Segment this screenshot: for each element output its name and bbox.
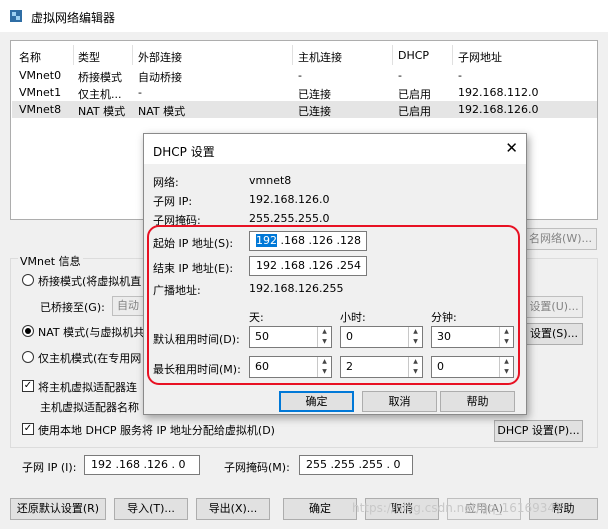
window-title-bar: 虚拟网络编辑器 [0, 0, 608, 32]
connect-host-adapter-checkbox[interactable]: ✓ [22, 380, 34, 392]
watermark: https://blog.csdn.net/qq_16169347 [352, 501, 563, 515]
dialog-subnet-ip-label: 子网 IP: [153, 195, 193, 208]
subnet-mask-input[interactable]: 255 .255 .255 . 0 [299, 455, 413, 475]
virtual-network-editor-icon [10, 10, 22, 22]
column-header-name[interactable]: 名称 [19, 49, 41, 65]
table-row[interactable]: VMnet1 仅主机... - 已连接 已启用 192.168.112.0 [12, 84, 597, 101]
cell-name: VMnet1 [19, 86, 62, 99]
column-header-dhcp[interactable]: DHCP [398, 49, 429, 62]
cell-type: 桥接模式 [78, 71, 122, 84]
table-row[interactable]: VMnet0 桥接模式 自动桥接 - - - [12, 67, 597, 84]
cell-type: 仅主机... [78, 88, 122, 101]
dialog-title: DHCP 设置 [153, 145, 215, 159]
use-local-dhcp-label[interactable]: 使用本地 DHCP 服务将 IP 地址分配给虚拟机(D) [38, 422, 275, 438]
cell-name: VMnet0 [19, 69, 62, 82]
cell-dhcp: 已启用 [398, 105, 431, 118]
column-header-type[interactable]: 类型 [78, 49, 100, 65]
rename-network-button[interactable]: 名网络(W)... [517, 228, 597, 250]
connect-host-adapter-label[interactable]: 将主机虚拟适配器连 [38, 379, 137, 395]
dialog-title-bar: DHCP 设置 ✕ [144, 134, 526, 164]
window-title: 虚拟网络编辑器 [31, 11, 116, 25]
host-only-label[interactable]: 仅主机模式(在专用网 [38, 350, 141, 366]
column-header-subnet[interactable]: 子网地址 [458, 49, 502, 65]
host-only-radio[interactable] [22, 351, 34, 363]
close-icon[interactable]: ✕ [505, 139, 518, 157]
dialog-subnet-ip-value: 192.168.126.0 [249, 193, 330, 206]
cell-external: - [138, 86, 142, 99]
cell-host: 已连接 [298, 88, 331, 101]
vmnet-info-label: VMnet 信息 [18, 253, 83, 269]
nat-mode-radio[interactable] [22, 325, 34, 337]
export-button[interactable]: 导出(X)... [196, 498, 270, 520]
auto-bridge-settings-button[interactable]: 设置(U)... [525, 296, 583, 318]
bridge-mode-radio[interactable] [22, 274, 34, 286]
subnet-ip-input[interactable]: 192 .168 .126 . 0 [84, 455, 200, 475]
cell-dhcp: 已启用 [398, 88, 431, 101]
bridge-mode-label[interactable]: 桥接模式(将虚拟机直 [38, 273, 141, 289]
cell-external: 自动桥接 [138, 71, 182, 84]
host-adapter-name-label: 主机虚拟适配器名称 [40, 401, 139, 414]
dialog-help-button[interactable]: 帮助 [440, 391, 515, 412]
cell-subnet: 192.168.126.0 [458, 103, 539, 116]
subnet-mask-label: 子网掩码(M): [224, 461, 290, 474]
cell-external: NAT 模式 [138, 105, 186, 118]
ok-button[interactable]: 确定 [283, 498, 357, 520]
use-local-dhcp-checkbox[interactable]: ✓ [22, 423, 34, 435]
cell-dhcp: - [398, 69, 402, 82]
column-header-external[interactable]: 外部连接 [138, 49, 182, 65]
dhcp-settings-button[interactable]: DHCP 设置(P)... [494, 420, 583, 442]
import-button[interactable]: 导入(T)... [114, 498, 188, 520]
network-label: 网络: [153, 176, 179, 189]
nat-settings-button[interactable]: 设置(S)... [525, 323, 583, 345]
dialog-ok-button[interactable]: 确定 [279, 391, 354, 412]
nat-mode-label[interactable]: NAT 模式(与虚拟机共 [38, 324, 144, 340]
column-header-host[interactable]: 主机连接 [298, 49, 342, 65]
cell-host: - [298, 69, 302, 82]
subnet-ip-label: 子网 IP (I): [22, 461, 77, 474]
dialog-subnet-mask-value: 255.255.255.0 [249, 212, 330, 225]
cell-name: VMnet8 [19, 103, 62, 116]
dialog-cancel-button[interactable]: 取消 [362, 391, 437, 412]
cell-subnet: - [458, 69, 462, 82]
cell-subnet: 192.168.112.0 [458, 86, 539, 99]
red-highlight-box [147, 225, 520, 385]
bridged-to-label: 已桥接至(G): [40, 301, 105, 314]
bridged-to-select[interactable]: 自动 [112, 296, 147, 316]
table-row-selected[interactable]: VMnet8 NAT 模式 NAT 模式 已连接 已启用 192.168.126… [12, 101, 597, 118]
restore-defaults-button[interactable]: 还原默认设置(R) [10, 498, 106, 520]
cell-host: 已连接 [298, 105, 331, 118]
network-value: vmnet8 [249, 174, 292, 187]
cell-type: NAT 模式 [78, 105, 126, 118]
